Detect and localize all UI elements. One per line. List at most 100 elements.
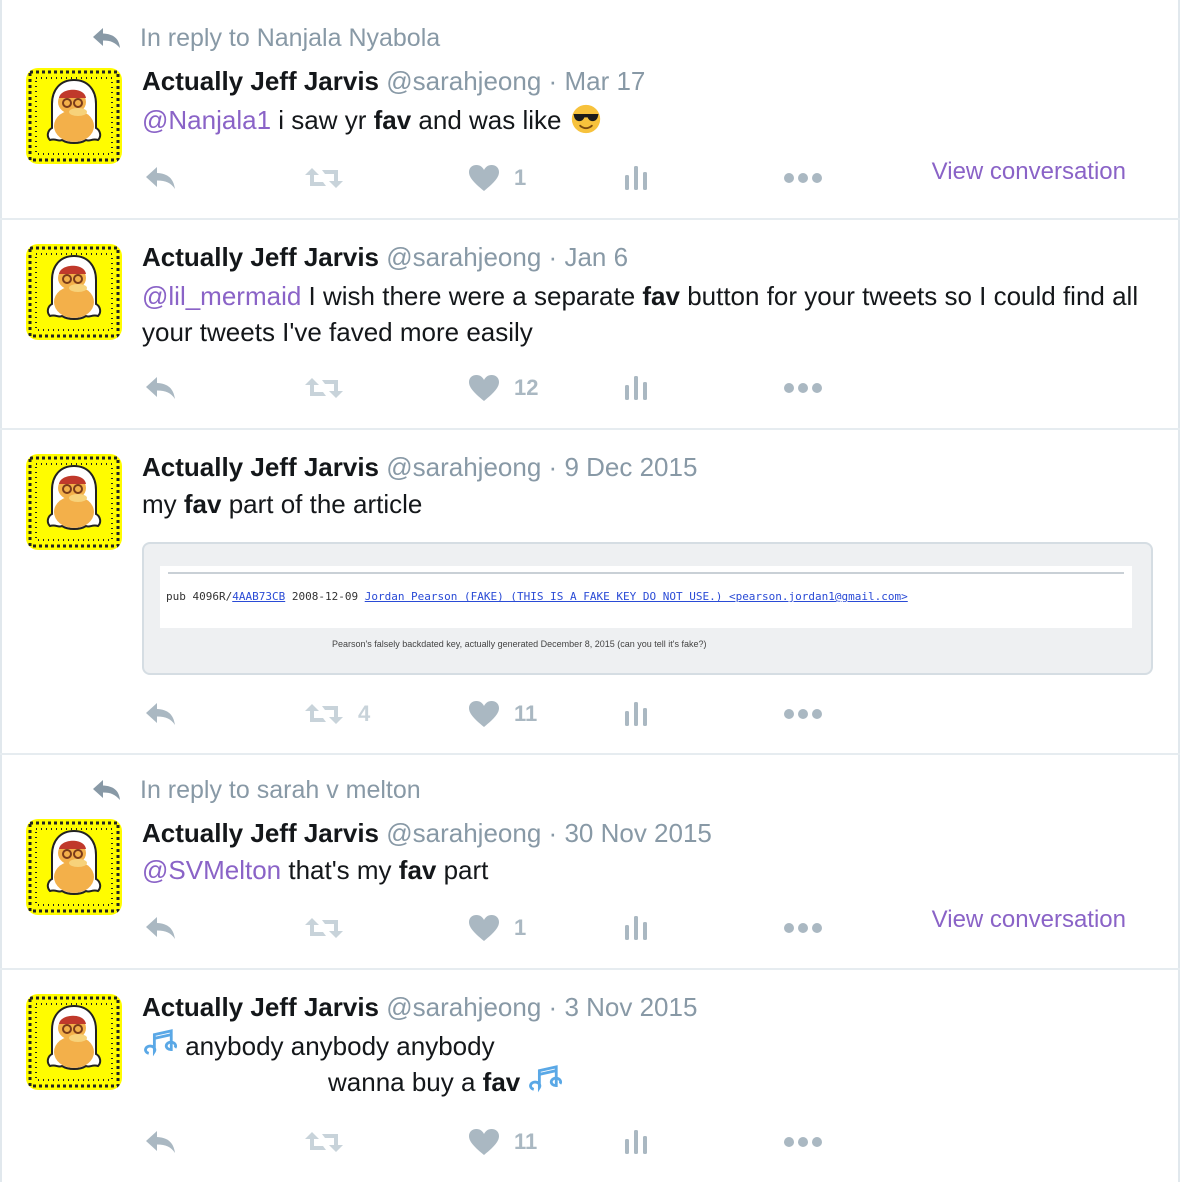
- handle[interactable]: @sarahjeong: [386, 992, 541, 1022]
- separator-dot: ·: [548, 452, 558, 482]
- more-button[interactable]: [783, 160, 823, 196]
- tweet-actions: 1 View conversation: [142, 906, 1154, 946]
- keyword-highlight: fav: [642, 281, 680, 311]
- reply-context-text[interactable]: In reply to Nanjala Nyabola: [140, 24, 440, 53]
- text-line: wanna buy a fav: [142, 1064, 1152, 1100]
- retweet-count: 4: [358, 701, 371, 726]
- handle[interactable]: @sarahjeong: [386, 452, 541, 482]
- text-segment: and was like: [411, 105, 562, 135]
- handle[interactable]: @sarahjeong: [386, 66, 541, 96]
- avatar[interactable]: [26, 68, 122, 164]
- card-divider: [168, 572, 1124, 574]
- heart-icon: [468, 700, 500, 728]
- stats-icon: [623, 914, 649, 942]
- display-name[interactable]: Actually Jeff Jarvis: [142, 992, 379, 1022]
- like-count: 1: [514, 165, 527, 190]
- more-dots-icon: [783, 382, 823, 394]
- more-button[interactable]: [783, 696, 823, 732]
- more-button[interactable]: [783, 1124, 823, 1160]
- retweet-button[interactable]: [304, 160, 358, 196]
- tweet[interactable]: In reply to sarah v melton Actually Jeff…: [0, 755, 1180, 970]
- retweet-button[interactable]: [304, 910, 358, 946]
- reply-context-icon: [92, 779, 122, 801]
- like-button[interactable]: 12: [468, 370, 538, 406]
- timestamp[interactable]: 9 Dec 2015: [564, 452, 697, 482]
- reply-button[interactable]: [144, 1124, 178, 1160]
- analytics-button[interactable]: [623, 910, 649, 946]
- like-button[interactable]: 11: [468, 1124, 537, 1160]
- reply-icon: [144, 165, 178, 191]
- view-conversation-link[interactable]: View conversation: [932, 906, 1126, 934]
- tweet[interactable]: In reply to Nanjala Nyabola Actually Jef…: [0, 0, 1180, 220]
- reply-context-text[interactable]: In reply to sarah v melton: [140, 776, 421, 805]
- reply-icon: [144, 375, 178, 401]
- media-card[interactable]: pub 4096R/4AAB73CB 2008-12-09 Jordan Pea…: [142, 542, 1153, 675]
- separator-dot: ·: [548, 992, 558, 1022]
- avatar[interactable]: [26, 994, 122, 1090]
- view-conversation-link[interactable]: View conversation: [932, 158, 1126, 186]
- retweet-button[interactable]: [304, 1124, 358, 1160]
- avatar[interactable]: [26, 454, 122, 550]
- text-segment: part: [436, 855, 489, 885]
- text-segment: i saw yr: [271, 105, 374, 135]
- like-button[interactable]: 11: [468, 696, 537, 732]
- retweet-icon: [304, 165, 344, 191]
- handle[interactable]: @sarahjeong: [386, 242, 541, 272]
- retweet-button[interactable]: [304, 370, 358, 406]
- heart-icon: [468, 914, 500, 942]
- mention-link[interactable]: @lil_mermaid: [142, 281, 301, 311]
- tweet-header: Actually Jeff Jarvis @sarahjeong · 9 Dec…: [142, 452, 697, 482]
- mention-link[interactable]: @SVMelton: [142, 855, 281, 885]
- analytics-button[interactable]: [623, 160, 649, 196]
- more-button[interactable]: [783, 370, 823, 406]
- text-segment: wanna buy a: [328, 1067, 483, 1097]
- tweet-header: Actually Jeff Jarvis @sarahjeong · 30 No…: [142, 818, 712, 848]
- more-button[interactable]: [783, 910, 823, 946]
- stats-icon: [623, 1128, 649, 1156]
- timestamp[interactable]: 30 Nov 2015: [564, 818, 711, 848]
- retweet-icon: [304, 915, 344, 941]
- tweet-actions: 1 View conversation: [142, 158, 1154, 196]
- display-name[interactable]: Actually Jeff Jarvis: [142, 66, 379, 96]
- tweet[interactable]: Actually Jeff Jarvis @sarahjeong · 3 Nov…: [0, 970, 1180, 1182]
- text-segment: I wish there were a separate: [301, 281, 643, 311]
- timeline: In reply to Nanjala Nyabola Actually Jef…: [0, 0, 1180, 1182]
- tweet-text: my fav part of the article: [142, 486, 1152, 522]
- display-name[interactable]: Actually Jeff Jarvis: [142, 242, 379, 272]
- tweet[interactable]: Actually Jeff Jarvis @sarahjeong · 9 Dec…: [0, 430, 1180, 755]
- pgp-key-line: pub 4096R/4AAB73CB 2008-12-09 Jordan Pea…: [166, 590, 908, 603]
- display-name[interactable]: Actually Jeff Jarvis: [142, 818, 379, 848]
- like-count: 1: [514, 915, 527, 940]
- reply-icon: [144, 1129, 178, 1155]
- tweet[interactable]: Actually Jeff Jarvis @sarahjeong · Jan 6…: [0, 220, 1180, 430]
- like-button[interactable]: 1: [468, 910, 526, 946]
- retweet-icon: [304, 1129, 344, 1155]
- mention-link[interactable]: @Nanjala1: [142, 105, 271, 135]
- reply-button[interactable]: [144, 696, 178, 732]
- reply-button[interactable]: [144, 160, 178, 196]
- text-segment: that's my: [281, 855, 399, 885]
- analytics-button[interactable]: [623, 696, 649, 732]
- timestamp[interactable]: Mar 17: [564, 66, 645, 96]
- musical-notes-emoji-icon: [144, 1029, 177, 1057]
- heart-icon: [468, 1128, 500, 1156]
- retweet-icon: [304, 375, 344, 401]
- avatar[interactable]: [26, 819, 122, 915]
- more-dots-icon: [783, 922, 823, 934]
- timestamp[interactable]: 3 Nov 2015: [564, 992, 697, 1022]
- avatar[interactable]: [26, 244, 122, 340]
- like-button[interactable]: 1: [468, 160, 526, 196]
- analytics-button[interactable]: [623, 1124, 649, 1160]
- tweet-text: @Nanjala1 i saw yr fav and was like: [142, 102, 1152, 138]
- display-name[interactable]: Actually Jeff Jarvis: [142, 452, 379, 482]
- reply-button[interactable]: [144, 910, 178, 946]
- reply-context[interactable]: In reply to Nanjala Nyabola: [92, 22, 440, 54]
- retweet-button[interactable]: 4: [304, 696, 370, 732]
- analytics-button[interactable]: [623, 370, 649, 406]
- reply-context[interactable]: In reply to sarah v melton: [92, 774, 421, 806]
- handle[interactable]: @sarahjeong: [386, 818, 541, 848]
- reply-button[interactable]: [144, 370, 178, 406]
- tweet-text: @SVMelton that's my fav part: [142, 852, 1152, 888]
- timestamp[interactable]: Jan 6: [564, 242, 628, 272]
- tweet-header: Actually Jeff Jarvis @sarahjeong · 3 Nov…: [142, 992, 697, 1022]
